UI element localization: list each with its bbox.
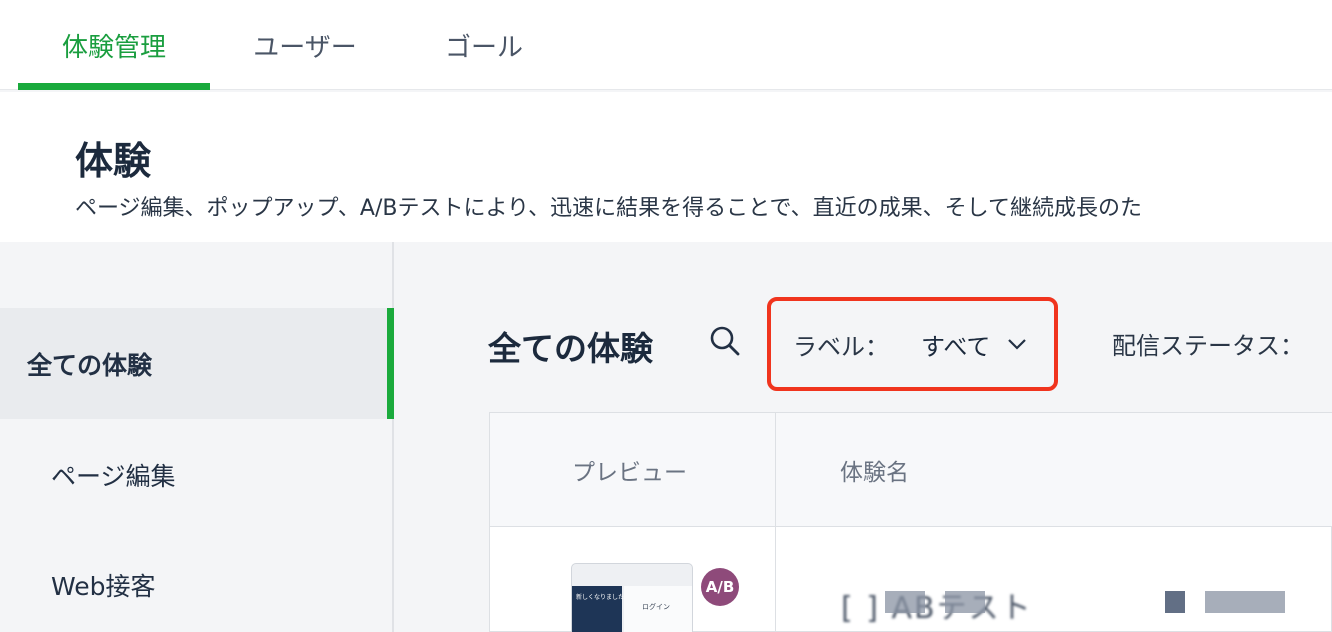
redaction-block — [885, 591, 925, 613]
active-tab-indicator — [18, 83, 210, 90]
chevron-down-icon — [1008, 339, 1026, 350]
page-title: 体験 — [75, 139, 152, 183]
sidebar-item-label: Web接客 — [51, 572, 156, 601]
thumbnail-login-text: ログイン — [642, 603, 670, 611]
experiences-table: プレビュー 体験名 新しくなりました！ ログイン A/B [ ] ABテスト — [489, 412, 1332, 632]
sidebar-item-web-engagement[interactable]: Web接客 — [0, 530, 394, 632]
search-button[interactable] — [708, 324, 742, 358]
label-filter-dropdown[interactable]: ラベル： すべて — [767, 297, 1058, 391]
sidebar-item-all-experiences[interactable]: 全ての体験 — [0, 308, 394, 419]
experience-name[interactable]: [ ] ABテスト — [841, 583, 1033, 627]
tab-label: 体験管理 — [61, 32, 166, 63]
label-filter-value: すべて — [921, 332, 991, 361]
sidebar-item-label: 全ての体験 — [27, 350, 153, 380]
sidebar-item-page-edit[interactable]: ページ編集 — [0, 420, 394, 530]
label-filter-label: ラベル： — [793, 332, 889, 361]
table-header: プレビュー 体験名 — [490, 413, 1332, 527]
column-header-experience-name[interactable]: 体験名 — [840, 413, 909, 527]
active-sidebar-indicator — [387, 308, 394, 419]
page-description: ページ編集、ポップアップ、A/Bテストにより、迅速に結果を得ることで、直近の成果… — [75, 196, 1142, 221]
table-row[interactable]: 新しくなりました！ ログイン A/B [ ] ABテスト — [490, 527, 1332, 632]
tab-users[interactable]: ユーザー — [230, 0, 380, 90]
ab-test-badge: A/B — [701, 568, 739, 606]
sidebar: 全ての体験 ページ編集 Web接客 — [0, 242, 394, 632]
section-title: 全ての体験 — [488, 329, 653, 368]
main-content: 全ての体験 ラベル： すべて 配信ステータス： プレビュー 体験名 新しくなりま… — [396, 242, 1332, 632]
thumbnail-hero-panel: 新しくなりました！ — [572, 586, 630, 632]
top-navigation: 体験管理 ユーザー ゴール — [0, 0, 1332, 90]
redaction-block — [945, 591, 985, 613]
search-icon — [710, 326, 740, 356]
redaction-block — [1205, 591, 1285, 613]
column-header-preview[interactable]: プレビュー — [572, 413, 687, 527]
page-header: 体験 ページ編集、ポップアップ、A/Bテストにより、迅速に結果を得ることで、直近… — [0, 92, 1332, 242]
thumbnail-hero-text: 新しくなりました！ — [576, 594, 631, 601]
redaction-block — [1165, 591, 1185, 613]
delivery-status-filter[interactable]: 配信ステータス： — [1112, 326, 1304, 361]
preview-thumbnail[interactable]: 新しくなりました！ ログイン — [571, 563, 693, 632]
tab-goals[interactable]: ゴール — [420, 0, 548, 90]
sidebar-item-label: ページ編集 — [51, 462, 176, 491]
tab-experience-management[interactable]: 体験管理 — [18, 0, 210, 90]
tab-label: ゴール — [444, 32, 523, 63]
tab-label: ユーザー — [253, 32, 357, 63]
